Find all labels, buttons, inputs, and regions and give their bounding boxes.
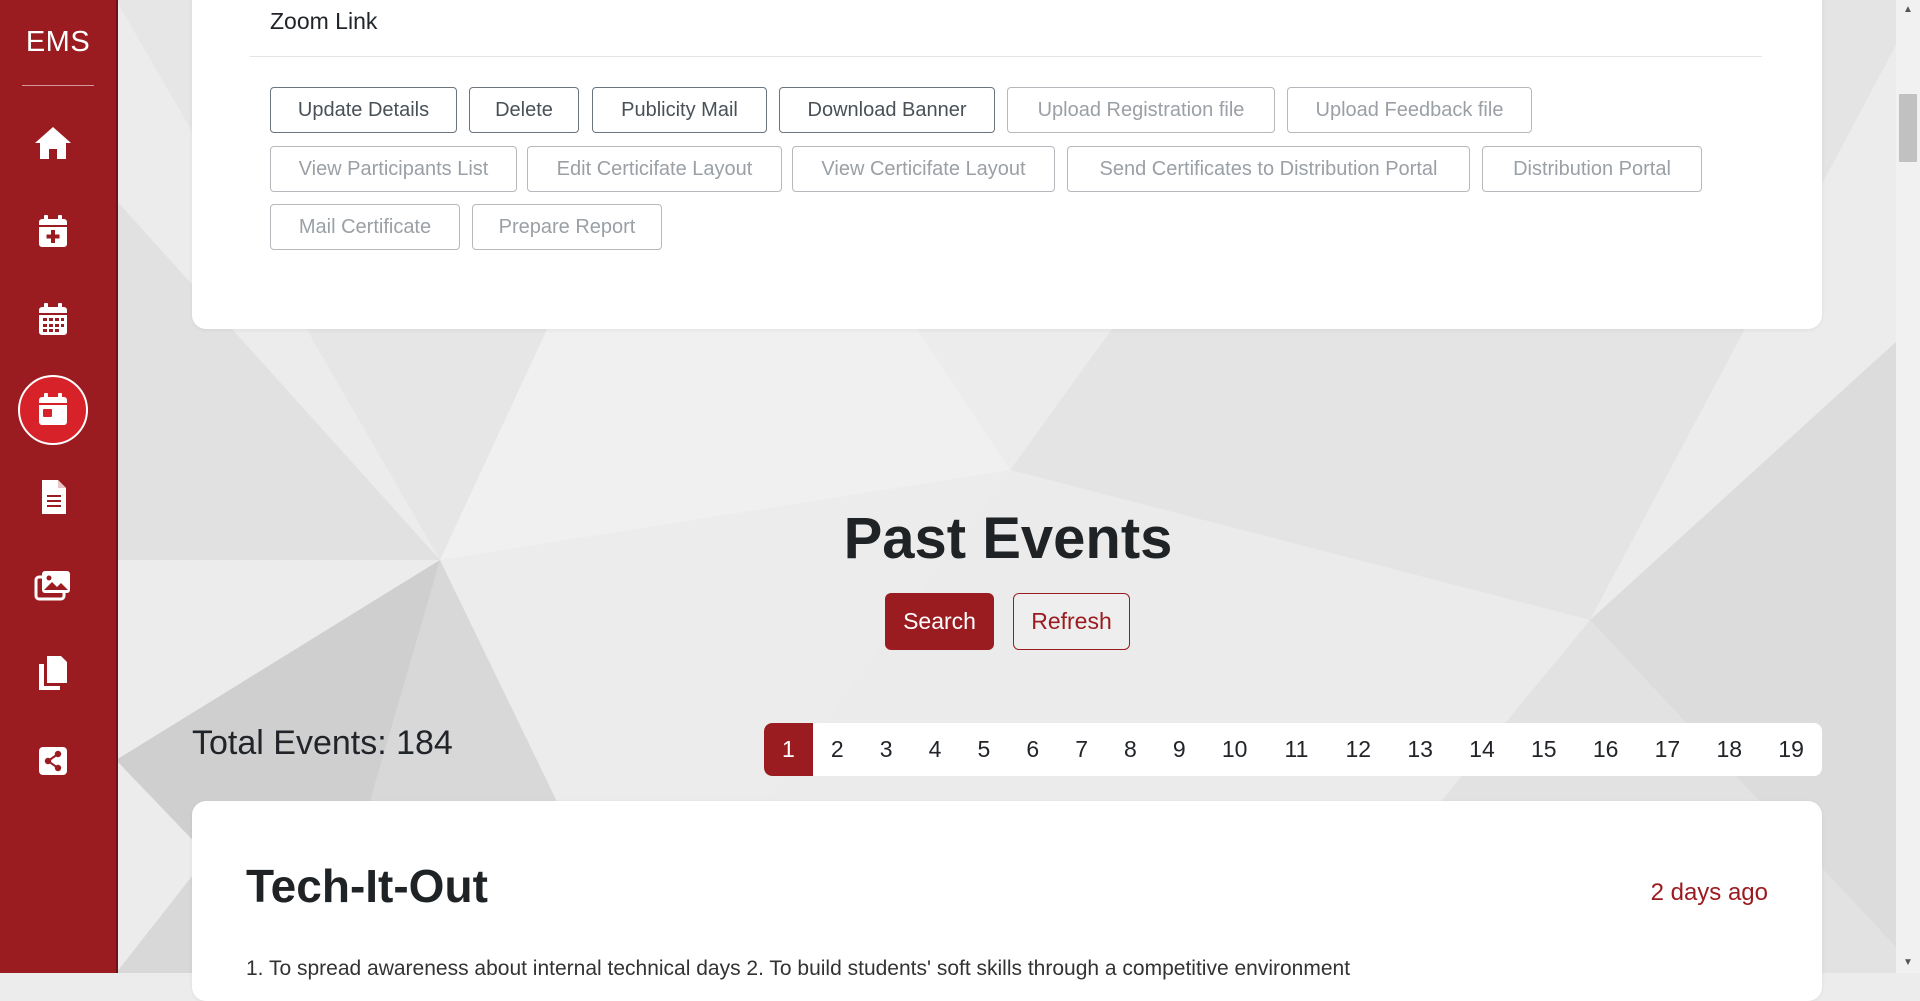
zoom-link-label[interactable]: Zoom Link <box>270 8 377 35</box>
page-3[interactable]: 3 <box>862 723 911 776</box>
view-participants-button[interactable]: View Participants List <box>270 146 517 192</box>
edit-certificate-button[interactable]: Edit Certicifate Layout <box>527 146 782 192</box>
event-timestamp: 2 days ago <box>1650 879 1768 906</box>
sidebar-item-copies[interactable] <box>18 638 88 708</box>
card-divider <box>250 56 1762 57</box>
refresh-button[interactable]: Refresh <box>1013 593 1130 650</box>
update-details-button[interactable]: Update Details <box>270 87 457 133</box>
page-18[interactable]: 18 <box>1698 723 1760 776</box>
search-button[interactable]: Search <box>885 593 994 650</box>
event-title[interactable]: Tech-It-Out <box>246 859 488 913</box>
page-6[interactable]: 6 <box>1008 723 1057 776</box>
view-certificate-button[interactable]: View Certicifate Layout <box>792 146 1055 192</box>
event-card: Tech-It-Out 2 days ago 1. To spread awar… <box>192 801 1822 1001</box>
share-icon <box>39 747 67 775</box>
page-9[interactable]: 9 <box>1155 723 1204 776</box>
brand-logo[interactable]: EMS <box>0 26 116 59</box>
page-19[interactable]: 19 <box>1760 723 1822 776</box>
page-10[interactable]: 10 <box>1204 723 1266 776</box>
total-events-count: Total Events: 184 <box>192 724 453 762</box>
images-icon <box>34 571 70 601</box>
send-certificates-button[interactable]: Send Certificates to Distribution Portal <box>1067 146 1470 192</box>
sidebar-item-add-event[interactable] <box>18 197 88 267</box>
sidebar: EMS <box>0 0 118 973</box>
page-1[interactable]: 1 <box>764 723 813 776</box>
sidebar-item-events[interactable] <box>18 375 88 445</box>
download-banner-button[interactable]: Download Banner <box>779 87 995 133</box>
home-icon <box>35 127 71 159</box>
sidebar-item-documents[interactable] <box>18 462 88 532</box>
prepare-report-button[interactable]: Prepare Report <box>472 204 662 250</box>
publicity-mail-button[interactable]: Publicity Mail <box>592 87 767 133</box>
page-title: Past Events <box>843 506 1173 571</box>
page-scrollbar[interactable]: ▲ ▼ <box>1896 0 1920 973</box>
scroll-down-arrow-icon[interactable]: ▼ <box>1896 953 1920 973</box>
document-icon <box>42 480 66 514</box>
scroll-thumb[interactable] <box>1899 94 1917 162</box>
calendar-grid-icon <box>39 303 67 335</box>
sidebar-item-gallery[interactable] <box>18 550 88 620</box>
page-5[interactable]: 5 <box>959 723 1008 776</box>
calendar-plus-icon <box>39 215 67 247</box>
brand-divider <box>22 85 94 86</box>
page-14[interactable]: 14 <box>1451 723 1513 776</box>
mail-certificate-button[interactable]: Mail Certificate <box>270 204 460 250</box>
page-17[interactable]: 17 <box>1637 723 1699 776</box>
page-7[interactable]: 7 <box>1057 723 1106 776</box>
upload-feedback-button[interactable]: Upload Feedback file <box>1287 87 1532 133</box>
page-15[interactable]: 15 <box>1513 723 1575 776</box>
copy-icon <box>39 656 67 690</box>
upload-registration-button[interactable]: Upload Registration file <box>1007 87 1275 133</box>
sidebar-item-share[interactable] <box>18 726 88 796</box>
distribution-portal-button[interactable]: Distribution Portal <box>1482 146 1702 192</box>
page-16[interactable]: 16 <box>1575 723 1637 776</box>
sidebar-item-calendar[interactable] <box>18 285 88 355</box>
scroll-up-arrow-icon[interactable]: ▲ <box>1896 0 1920 20</box>
page-12[interactable]: 12 <box>1327 723 1389 776</box>
pagination: 1 2 3 4 5 6 7 8 9 10 11 12 13 14 15 16 1… <box>764 723 1822 776</box>
delete-button[interactable]: Delete <box>469 87 579 133</box>
calendar-day-icon <box>39 393 67 425</box>
event-description: 1. To spread awareness about internal te… <box>246 957 1351 980</box>
event-detail-card: Zoom Link Update Details Delete Publicit… <box>192 0 1822 329</box>
page-11[interactable]: 11 <box>1266 723 1328 776</box>
page-2[interactable]: 2 <box>813 723 862 776</box>
page-13[interactable]: 13 <box>1389 723 1451 776</box>
page-4[interactable]: 4 <box>911 723 960 776</box>
page-8[interactable]: 8 <box>1106 723 1155 776</box>
sidebar-item-home[interactable] <box>18 108 88 178</box>
